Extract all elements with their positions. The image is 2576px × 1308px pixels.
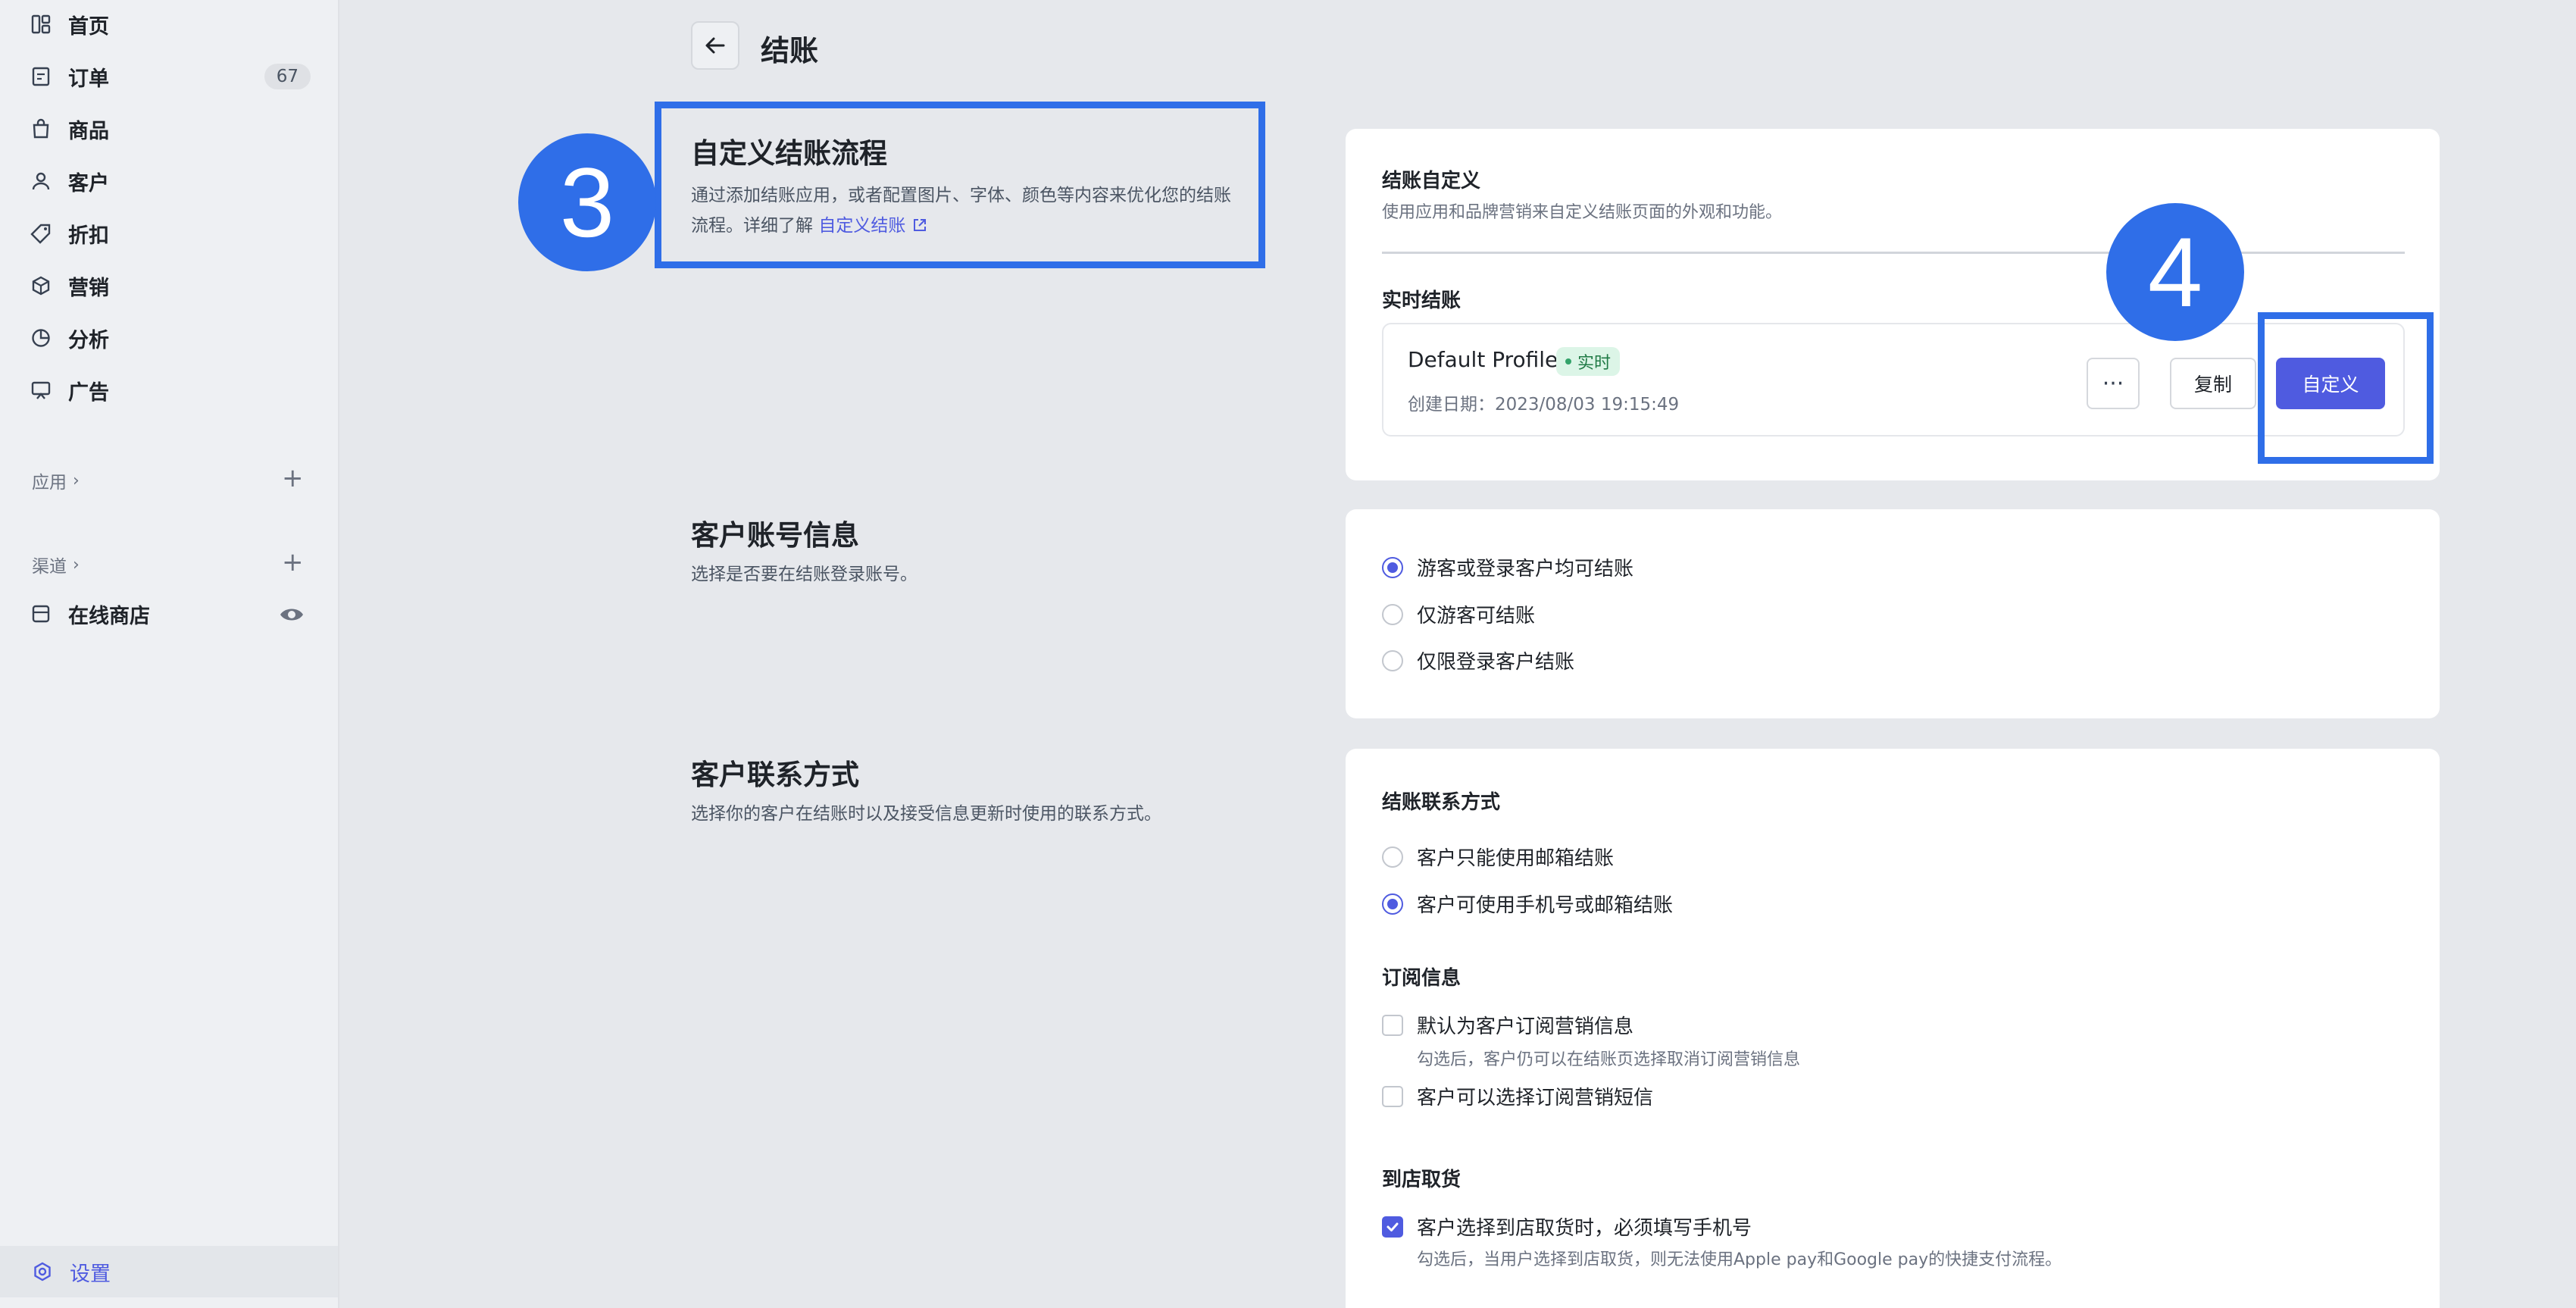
subscription-hint: 勾选后，客户仍可以在结账页选择取消订阅营销信息: [1417, 1050, 1801, 1069]
page-title: 结账: [761, 34, 819, 67]
contact-card: 结账联系方式 客户只能使用邮箱结账 客户可使用手机号或邮箱结账 订阅信息 默认为…: [1346, 749, 2440, 1308]
sidebar-item-marketing[interactable]: 营销: [30, 263, 311, 308]
sidebar-item-orders[interactable]: 订单 67: [30, 54, 311, 99]
contact-option-email-only[interactable]: 客户只能使用邮箱结账: [1382, 843, 1614, 871]
subscription-option-sms[interactable]: 客户可以选择订阅营销短信: [1382, 1082, 1653, 1110]
account-info-description: 选择是否要在结账登录账号。: [691, 565, 918, 584]
radio-label: 仅限登录客户结账: [1417, 651, 1575, 674]
apps-section-label: 应用: [32, 473, 67, 493]
order-icon: [30, 66, 52, 87]
pickup-title: 到店取货: [1382, 1169, 1462, 1191]
sidebar-item-label: 商品: [68, 119, 109, 143]
account-info-card: 游客或登录客户均可结账 仅游客可结账 仅限登录客户结账: [1346, 509, 2440, 718]
status-badge-label: 实时: [1577, 354, 1612, 373]
status-dot: [1565, 358, 1571, 365]
chevron-right-icon: ›: [73, 555, 80, 574]
subscription-option-default[interactable]: 默认为客户订阅营销信息: [1382, 1011, 1633, 1039]
radio-button[interactable]: [1382, 846, 1403, 868]
sidebar-item-label: 客户: [68, 171, 109, 196]
checkbox-label: 客户选择到店取货时，必须填写手机号: [1417, 1217, 1752, 1240]
account-info-title: 客户账号信息: [691, 519, 859, 552]
checkbox[interactable]: [1382, 1014, 1403, 1036]
sidebar-item-label: 首页: [68, 14, 109, 39]
contact-title: 客户联系方式: [691, 759, 859, 791]
sidebar-item-home[interactable]: 首页: [30, 2, 311, 47]
step-3-highlight: [655, 102, 1265, 268]
checkbox-label: 默认为客户订阅营销信息: [1417, 1015, 1634, 1038]
order-count-badge: 67: [264, 64, 311, 89]
step-4-marker: 4: [2106, 203, 2244, 341]
user-icon: [30, 171, 52, 192]
back-button[interactable]: [691, 21, 739, 70]
radio-button[interactable]: [1382, 649, 1403, 671]
divider: [1382, 252, 2405, 254]
channels-section-toggle[interactable]: 渠道 ›: [32, 552, 80, 577]
more-actions-button[interactable]: ···: [2087, 358, 2140, 409]
sidebar-item-ads[interactable]: 广告: [30, 368, 311, 413]
step-3-marker: 3: [518, 133, 656, 271]
arrow-left-icon: [705, 37, 725, 54]
dashboard-icon: [30, 14, 52, 35]
pickup-hint: 勾选后，当用户选择到店取货，则无法使用Apple pay和Google pay的…: [1417, 1250, 2062, 1269]
checkout-settings-page: 首页 订单 67 商品 客户 折扣 营销 分析 广告 应用 › + 渠道 › +…: [0, 0, 2576, 1308]
sidebar-item-label: 营销: [68, 276, 109, 300]
radio-label: 游客或登录客户均可结账: [1417, 558, 1634, 580]
bag-icon: [30, 118, 52, 139]
profile-row: Default Profile 实时 创建日期：2023/08/03 19:15…: [1382, 323, 2405, 437]
contact-option-phone-or-email[interactable]: 客户可使用手机号或邮箱结账: [1382, 890, 1673, 918]
account-option-login-only[interactable]: 仅限登录客户结账: [1382, 646, 1574, 674]
pie-chart-icon: [30, 327, 52, 349]
radio-button[interactable]: [1382, 603, 1403, 625]
pickup-option[interactable]: 客户选择到店取货时，必须填写手机号: [1382, 1213, 1752, 1241]
sidebar-item-label: 广告: [68, 380, 109, 405]
gear-icon: [32, 1261, 53, 1282]
radio-label: 客户只能使用邮箱结账: [1417, 847, 1615, 870]
account-option-guest-only[interactable]: 仅游客可结账: [1382, 600, 1535, 628]
store-icon: [30, 603, 52, 624]
add-channel-button[interactable]: +: [282, 549, 304, 575]
ad-icon: [30, 380, 52, 401]
account-option-guest-or-login[interactable]: 游客或登录客户均可结账: [1382, 553, 1633, 581]
apps-section-toggle[interactable]: 应用 ›: [32, 468, 80, 493]
copy-button[interactable]: 复制: [2170, 358, 2256, 409]
checkbox-label: 客户可以选择订阅营销短信: [1417, 1087, 1654, 1109]
sidebar-item-discounts[interactable]: 折扣: [30, 211, 311, 256]
radio-button[interactable]: [1382, 556, 1403, 578]
sidebar-item-online-store[interactable]: 在线商店: [30, 591, 280, 637]
add-app-button[interactable]: +: [282, 465, 304, 491]
profile-name: Default Profile: [1408, 347, 1558, 372]
checkout-contact-title: 结账联系方式: [1382, 791, 1501, 814]
sidebar-item-label: 在线商店: [68, 604, 150, 628]
radio-label: 仅游客可结账: [1417, 605, 1536, 627]
card-subtitle: 使用应用和品牌营销来自定义结账页面的外观和功能。: [1382, 203, 1783, 222]
step-4-highlight: [2258, 312, 2434, 464]
radio-label: 客户可使用手机号或邮箱结账: [1417, 894, 1674, 917]
card-title: 结账自定义: [1382, 170, 1481, 192]
sidebar: 首页 订单 67 商品 客户 折扣 营销 分析 广告 应用 › + 渠道 › +…: [0, 0, 339, 1308]
tag-icon: [30, 223, 52, 244]
sidebar-item-settings[interactable]: 设置: [0, 1246, 338, 1297]
radio-button[interactable]: [1382, 893, 1403, 915]
contact-description: 选择你的客户在结账时以及接受信息更新时使用的联系方式。: [691, 804, 1161, 824]
sidebar-item-customers[interactable]: 客户: [30, 158, 311, 204]
subscription-title: 订阅信息: [1382, 967, 1462, 990]
status-badge: 实时: [1556, 347, 1621, 376]
cube-icon: [30, 275, 52, 296]
sidebar-item-label: 设置: [70, 1262, 111, 1286]
sidebar-item-products[interactable]: 商品: [30, 106, 311, 152]
live-checkout-title: 实时结账: [1382, 289, 1462, 312]
checkmark-icon: [1386, 1222, 1399, 1231]
channels-section-label: 渠道: [32, 557, 67, 577]
sidebar-item-analytics[interactable]: 分析: [30, 315, 311, 361]
checkbox[interactable]: [1382, 1085, 1403, 1107]
sidebar-item-label: 折扣: [68, 224, 109, 248]
created-date: 创建日期：2023/08/03 19:15:49: [1408, 395, 1680, 415]
sidebar-item-label: 分析: [68, 328, 109, 352]
checkbox[interactable]: [1382, 1216, 1403, 1238]
chevron-right-icon: ›: [73, 471, 80, 490]
sidebar-item-label: 订单: [68, 67, 109, 91]
eye-icon[interactable]: [279, 602, 305, 627]
